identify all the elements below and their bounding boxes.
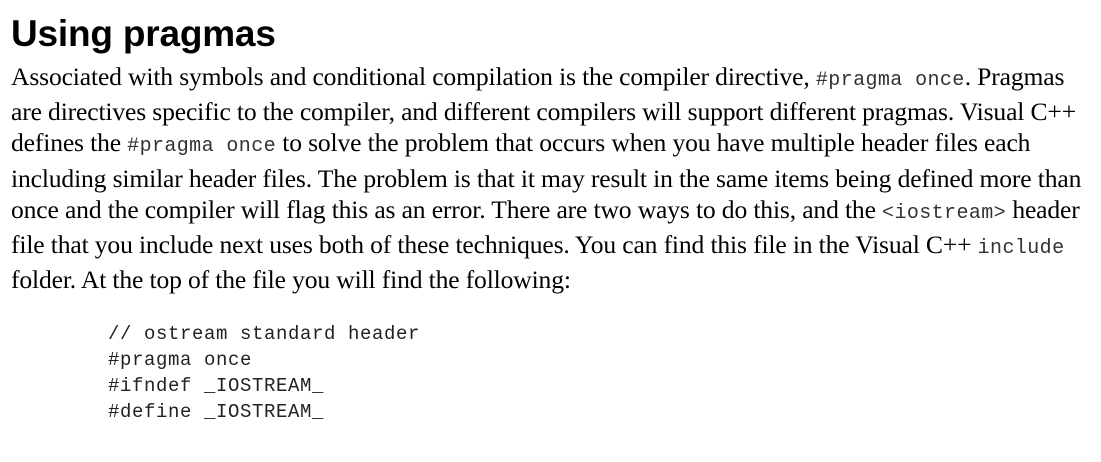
- body-paragraph: Associated with symbols and conditional …: [11, 61, 1091, 295]
- inline-code-pragma-once: #pragma once: [815, 69, 965, 92]
- code-line: #pragma once: [108, 349, 253, 372]
- section-heading: Using pragmas: [11, 13, 276, 54]
- paragraph-text: Associated with symbols and conditional …: [11, 62, 816, 91]
- paragraph-text: folder. At the top of the file you will …: [11, 265, 571, 295]
- code-block: // ostream standard header #pragma once …: [108, 321, 1091, 425]
- inline-code-include: include: [977, 237, 1065, 261]
- code-line: #define _IOSTREAM_: [108, 401, 325, 424]
- code-line: // ostream standard header: [108, 323, 421, 346]
- document-page: Using pragmas Associated with symbols an…: [11, 10, 1091, 425]
- inline-code-pragma-once: #pragma once: [127, 135, 276, 159]
- code-line: #ifndef _IOSTREAM_: [108, 375, 325, 398]
- inline-code-iostream: <iostream>: [882, 201, 1007, 225]
